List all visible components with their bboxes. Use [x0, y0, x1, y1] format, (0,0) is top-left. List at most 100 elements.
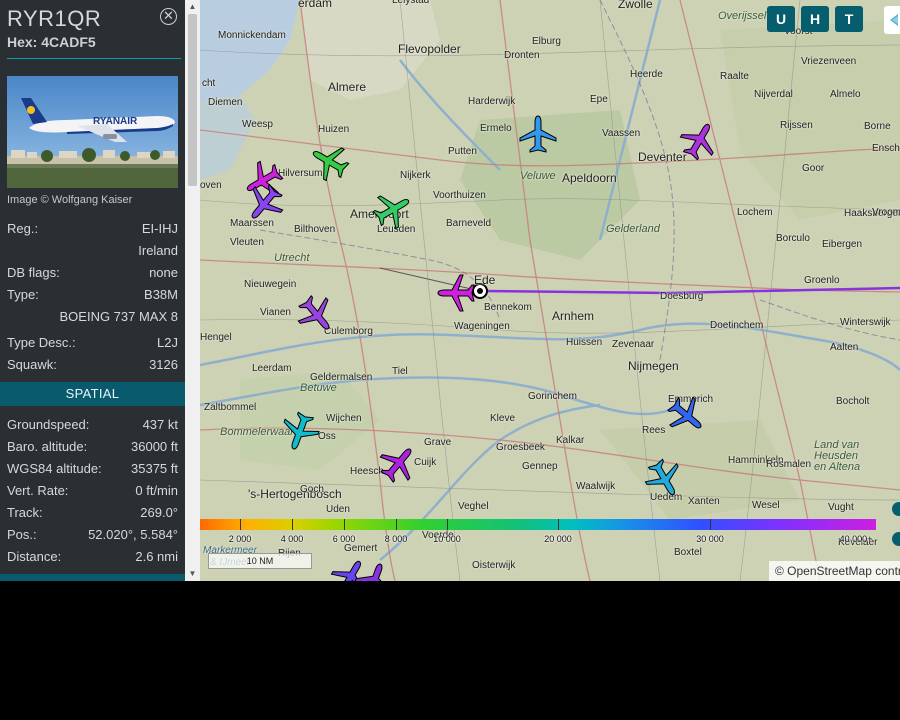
aircraft-icon[interactable] — [516, 113, 560, 157]
map-place-label: Rosmalen — [766, 459, 812, 470]
map-place-label: 's-Hertogenbosch — [248, 487, 342, 501]
map-place-label: Vleuten — [230, 237, 264, 248]
map-place-label: Harderwijk — [468, 96, 516, 107]
scroll-up-icon[interactable]: ▲ — [185, 0, 200, 14]
map-place-label: Wesel — [752, 500, 780, 511]
sidebar-scrollbar[interactable]: ▲ ▼ — [185, 0, 200, 581]
map-place-label: Gelderland — [606, 223, 660, 235]
map-place-label: Barneveld — [446, 218, 492, 229]
map-place-label: Doesburg — [660, 291, 704, 302]
divider — [7, 58, 181, 59]
map-place-label: Gorinchem — [528, 391, 577, 402]
field-label: WGS84 altitude: — [7, 461, 102, 476]
map-place-label: Aalten — [830, 342, 859, 353]
map-place-label: Doetinchem — [710, 320, 764, 331]
spatial-section-header[interactable]: SPATIAL — [0, 382, 185, 406]
map-place-label: cht — [202, 78, 216, 89]
field-value: B38M — [144, 287, 178, 302]
legend-tick — [447, 519, 448, 530]
legend-tick — [558, 519, 559, 530]
field-label: Baro. altitude: — [7, 439, 88, 454]
field-baro-altitude: Baro. altitude: 36000 ft — [7, 439, 178, 457]
aircraft-icon[interactable] — [376, 442, 420, 486]
legend-tick — [396, 519, 397, 530]
field-label: Type: — [7, 287, 39, 302]
map-view[interactable]: Lelystad Zwolle Overijssel Voorst Monnickend… — [200, 0, 900, 581]
next-section-header[interactable] — [0, 574, 185, 581]
map-place-label: Weesp — [242, 119, 273, 130]
aircraft-icon[interactable] — [664, 393, 708, 437]
attribution-link[interactable]: © OpenStreetMap contributors — [775, 564, 900, 578]
legend-label: 40 000+ — [839, 534, 873, 544]
map-place-label: Rijssen — [780, 120, 813, 131]
map-place-label: Bocholt — [836, 396, 870, 407]
aircraft-icon[interactable] — [352, 560, 396, 581]
field-label: Track: — [7, 505, 43, 520]
map-button-h[interactable]: H — [801, 6, 829, 32]
map-place-label: Huissen — [566, 337, 603, 348]
map-place-label: Veghel — [458, 501, 489, 512]
map-place-label: oven — [200, 180, 222, 191]
aircraft-info-panel: RYR1QR ✕ Hex: 4CADF5 RYANAIR Image © Wol… — [0, 0, 200, 581]
field-distance: Distance: 2.6 nmi — [7, 549, 178, 567]
map-place-label: Groenlo — [804, 275, 840, 286]
aircraft-icon[interactable] — [677, 119, 721, 163]
map-place-label: Flevopolder — [398, 42, 461, 56]
map-place-label: Waalwijk — [576, 481, 616, 492]
map-control-icon[interactable] — [892, 532, 900, 546]
aircraft-icon[interactable] — [294, 292, 338, 336]
field-value: 437 kt — [142, 417, 178, 432]
aircraft-photo[interactable]: RYANAIR — [7, 76, 178, 188]
field-value: BOEING 737 MAX 8 — [59, 309, 179, 324]
map-place-label: Heerde — [630, 69, 663, 80]
field-vert-rate: Vert. Rate: 0 ft/min — [7, 483, 178, 501]
map-place-label: Putten — [448, 146, 477, 157]
field-label: DB flags: — [7, 265, 60, 280]
svg-text:RYANAIR: RYANAIR — [93, 116, 138, 127]
field-value: 52.020°, 5.584° — [88, 527, 178, 542]
scroll-down-icon[interactable]: ▼ — [185, 567, 200, 581]
map-place-label: Elburg — [532, 36, 561, 47]
map-attribution[interactable]: © OpenStreetMap contributors — [769, 561, 900, 581]
map-place-label: Overijssel — [718, 10, 767, 22]
callsign-title: RYR1QR — [7, 6, 102, 31]
map-control-icon[interactable] — [892, 502, 900, 516]
layers-icon[interactable] — [884, 6, 900, 34]
map-place-label: Utrecht — [274, 252, 310, 264]
selected-aircraft-icon[interactable] — [435, 271, 479, 315]
scale-bar: 10 NM — [208, 553, 312, 569]
field-label: Vert. Rate: — [7, 483, 69, 498]
map-place-label: Almelo — [830, 89, 861, 100]
scrollbar-thumb[interactable] — [188, 14, 197, 186]
field-type-name: BOEING 737 MAX 8 — [7, 309, 179, 327]
legend-label: 10 000 — [433, 534, 461, 544]
map-place-label: Uden — [326, 504, 350, 515]
map-place-label: Groesbeek — [496, 442, 545, 453]
map-place-label: Zwolle — [618, 0, 653, 11]
map-place-label: Vianen — [260, 307, 291, 318]
map-place-label: Nijkerk — [400, 170, 431, 181]
field-type-desc: Type Desc.: L2J — [7, 335, 178, 353]
aircraft-icon[interactable] — [370, 188, 414, 232]
legend-tick — [292, 519, 293, 530]
map-place-label: Vriezenveen — [801, 56, 857, 67]
map-place-label: Betuwe — [300, 382, 337, 394]
map-button-u[interactable]: U — [767, 6, 795, 32]
map-place-label: Almere — [328, 80, 367, 94]
map-place-label: Apeldoorn — [562, 171, 617, 185]
field-label: Distance: — [7, 549, 62, 564]
map-place-label: Nijmegen — [628, 359, 679, 373]
map-button-t[interactable]: T — [835, 6, 863, 32]
legend-label: 2 000 — [228, 534, 252, 544]
close-icon[interactable]: ✕ — [160, 8, 177, 25]
field-registration: Reg.: EI-IHJ — [7, 221, 178, 239]
aircraft-icon[interactable] — [642, 456, 686, 500]
map-place-label: Veluwe — [520, 170, 556, 182]
map-place-label: Winterswijk — [840, 317, 891, 328]
field-db-flags: DB flags: none — [7, 265, 178, 283]
aircraft-icon[interactable] — [308, 140, 352, 184]
field-wgs84-altitude: WGS84 altitude: 35375 ft — [7, 461, 178, 479]
aircraft-icon[interactable] — [278, 409, 322, 453]
aircraft-icon[interactable] — [243, 181, 287, 225]
field-position: Pos.: 52.020°, 5.584° — [7, 527, 178, 545]
